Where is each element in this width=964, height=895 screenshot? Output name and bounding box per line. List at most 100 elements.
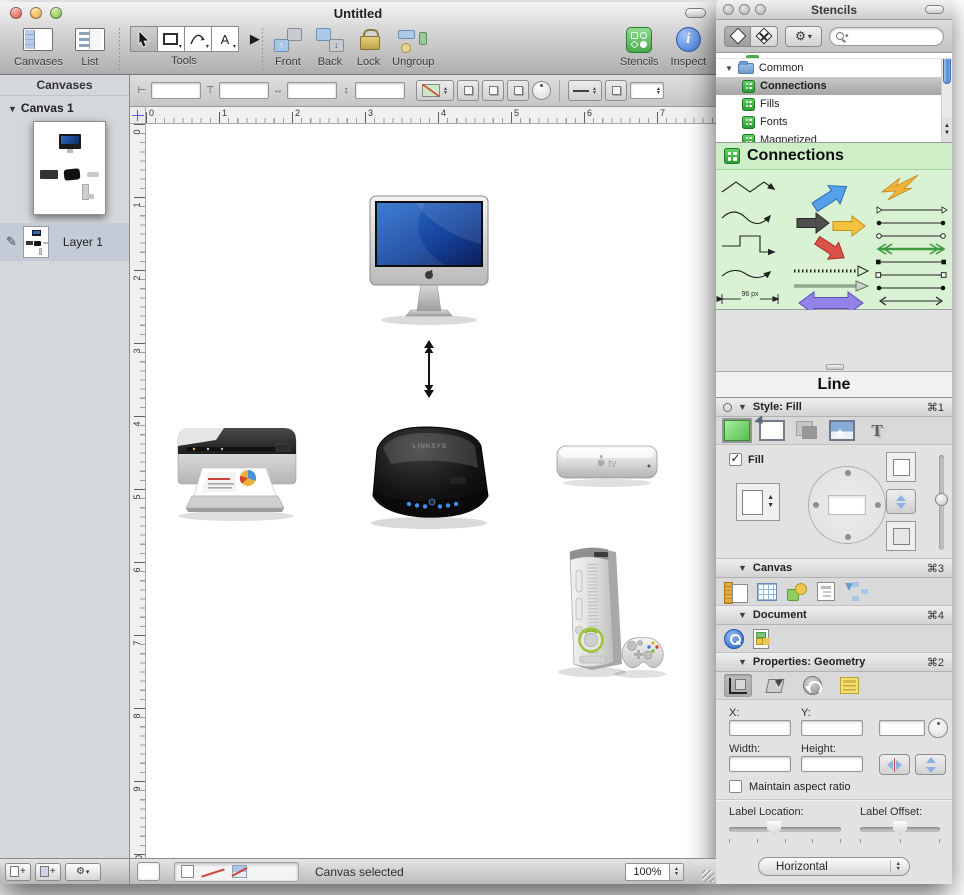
label-location-slider[interactable]	[729, 827, 841, 832]
y-position-field[interactable]	[219, 82, 269, 99]
canvas-size-tab[interactable]	[724, 582, 748, 602]
close-button[interactable]	[10, 7, 22, 19]
line-tool-button[interactable]: ▾	[184, 26, 212, 52]
split-view-button[interactable]	[751, 26, 778, 47]
text-tool-button[interactable]: A ▾	[211, 26, 239, 52]
grid-tab[interactable]	[757, 583, 777, 601]
scrollbar-arrows[interactable]: ▲▼	[941, 118, 952, 142]
line-ending-button[interactable]	[605, 80, 627, 101]
disclosure-triangle-icon[interactable]: ▼	[738, 610, 747, 620]
stencil-search-input[interactable]: ▾	[829, 27, 944, 46]
rotation-input[interactable]	[879, 720, 925, 736]
note-tab[interactable]	[835, 674, 863, 697]
flip-horizontal-button[interactable]	[879, 754, 910, 775]
apple-tv-shape[interactable]: tv	[552, 438, 662, 490]
fill-color-well[interactable]: ▲▼	[736, 483, 780, 521]
xbox-360-shape[interactable]	[536, 540, 676, 684]
canvas-section-header[interactable]: ▼ Canvas ⌘3	[716, 559, 952, 578]
sidebar-action-menu[interactable]: ⚙▾	[65, 863, 101, 881]
slider-thumb[interactable]	[935, 493, 948, 506]
linksys-router-shape[interactable]: LINKSYS	[351, 416, 503, 532]
maintain-aspect-row[interactable]: Maintain aspect ratio	[729, 780, 851, 793]
scrollbar-thumb[interactable]	[943, 59, 951, 84]
stencil-item-fills[interactable]: Fills	[716, 95, 952, 113]
zoom-stepper[interactable]: ▲▼	[670, 863, 684, 881]
line-weight-field[interactable]: ▲▼	[630, 82, 664, 99]
canvases-button[interactable]: Canvases	[14, 26, 63, 68]
canvas-thumbnail[interactable]	[33, 121, 106, 215]
disclosure-triangle-icon[interactable]: ▼	[725, 64, 733, 73]
hp-printer-shape[interactable]	[164, 420, 312, 524]
inspect-button[interactable]: i Inspect	[671, 26, 706, 68]
image-style-tab[interactable]	[829, 420, 855, 441]
dial-dot[interactable]	[813, 502, 819, 508]
vertical-double-arrow-shape[interactable]	[421, 340, 437, 398]
label-offset-slider[interactable]	[860, 827, 940, 832]
rotation-dial[interactable]	[532, 81, 551, 100]
maintain-aspect-checkbox[interactable]	[729, 780, 742, 793]
orientation-select[interactable]: Horizontal ▲▼	[758, 857, 910, 876]
selection-tool-button[interactable]	[130, 26, 158, 52]
resize-grip[interactable]	[702, 870, 714, 882]
imac-shape[interactable]	[355, 194, 503, 328]
y-input[interactable]	[801, 720, 863, 736]
geometry-tab[interactable]	[724, 674, 752, 697]
gradient-swap-button[interactable]	[886, 489, 916, 514]
stencil-item-magnetized[interactable]: Magnetized	[716, 131, 952, 142]
stencil-folder-common[interactable]: ▼ Common	[716, 59, 952, 77]
shadow-style-tab[interactable]	[794, 420, 820, 441]
width-field[interactable]	[287, 82, 337, 99]
add-layer-button[interactable]: +	[35, 863, 61, 881]
zoom-control[interactable]: 100% ▲▼	[625, 863, 684, 881]
fill-color-top-button[interactable]	[886, 452, 916, 482]
lock-button[interactable]: Lock	[357, 26, 380, 68]
fill-style-button[interactable]: ▲▼	[416, 80, 454, 101]
fill-preview-swatch[interactable]	[828, 495, 866, 515]
minimize-button[interactable]	[739, 4, 750, 15]
gradient-direction-dial[interactable]	[808, 466, 886, 544]
stencils-title-bar[interactable]: Stencils	[716, 0, 952, 20]
fill-opacity-slider[interactable]	[939, 455, 944, 550]
disclosure-triangle-icon[interactable]: ▼	[738, 402, 747, 412]
style-well-button[interactable]	[137, 862, 160, 881]
slider-thumb[interactable]	[767, 821, 781, 836]
height-input[interactable]	[801, 756, 863, 772]
dial-dot[interactable]	[875, 502, 881, 508]
back-button[interactable]: ↓ Back	[315, 26, 345, 68]
dial-dot[interactable]	[845, 470, 851, 476]
zoom-button[interactable]	[50, 7, 62, 19]
style-section-header[interactable]: ▼ Style: Fill ⌘1	[716, 398, 952, 417]
disclosure-triangle-icon[interactable]: ▼	[738, 657, 747, 667]
document-zoom-tab[interactable]	[724, 629, 744, 649]
drawing-canvas[interactable]: LINKSYS tv	[146, 124, 716, 858]
geometry-section-header[interactable]: ▼ Properties: Geometry ⌘2	[716, 653, 952, 672]
title-bar[interactable]: Untitled	[0, 2, 716, 24]
fill-color-bottom-button[interactable]	[886, 521, 916, 551]
fill-checkbox-row[interactable]: ✓ Fill	[729, 453, 764, 466]
fill-style-swatch[interactable]	[181, 865, 194, 878]
x-input[interactable]	[729, 720, 791, 736]
disclosure-triangle-icon[interactable]: ▼	[8, 104, 17, 114]
toolbar-toggle-pill[interactable]	[925, 5, 944, 14]
single-view-button[interactable]	[724, 26, 751, 47]
zoom-button[interactable]	[755, 4, 766, 15]
shadow-style-button-2[interactable]	[482, 80, 504, 101]
document-section-header[interactable]: ▼ Document ⌘4	[716, 606, 952, 625]
line-style-button[interactable]: ▲▼	[568, 80, 602, 101]
stencil-item-fonts[interactable]: Fonts	[716, 113, 952, 131]
color-stepper[interactable]: ▲▼	[767, 494, 774, 510]
x-position-field[interactable]	[151, 82, 201, 99]
add-canvas-button[interactable]: +	[5, 863, 31, 881]
disclosure-triangle-icon[interactable]: ▼	[738, 563, 747, 573]
canvas-item[interactable]: ▼Canvas 1	[0, 96, 129, 115]
color-swatch[interactable]	[742, 490, 763, 515]
no-stroke-swatch[interactable]	[201, 865, 225, 878]
canvas-style-tab[interactable]	[786, 583, 808, 601]
dial-dot[interactable]	[845, 534, 851, 540]
diagram-layout-tab[interactable]	[844, 582, 868, 601]
front-button[interactable]: ↑ Front	[273, 26, 303, 68]
outline-tab[interactable]	[817, 582, 835, 601]
minimize-button[interactable]	[30, 7, 42, 19]
width-input[interactable]	[729, 756, 791, 772]
close-button[interactable]	[723, 4, 734, 15]
